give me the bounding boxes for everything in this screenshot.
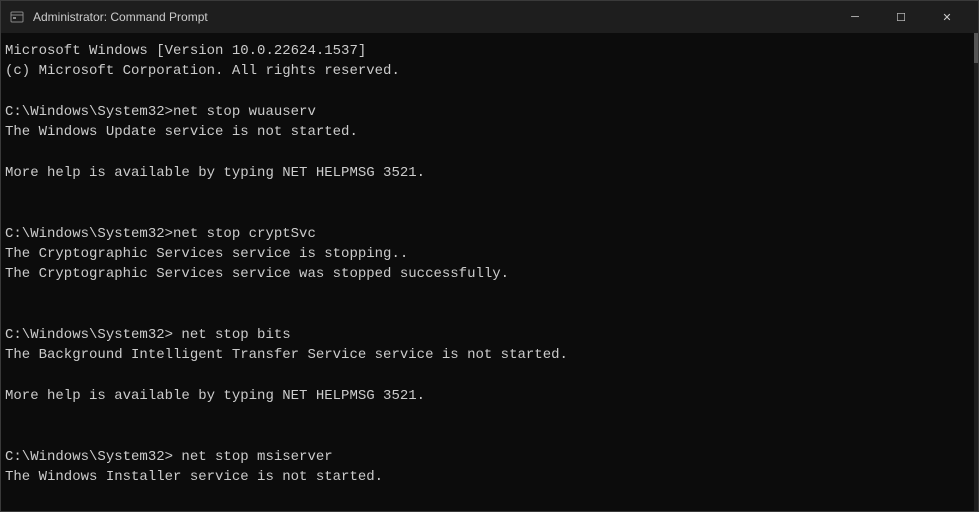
scrollbar-thumb[interactable] [974,33,978,63]
scrollbar[interactable] [974,33,978,511]
maximize-button[interactable]: ☐ [878,1,924,33]
close-button[interactable]: ✕ [924,1,970,33]
command-prompt-window: Administrator: Command Prompt ─ ☐ ✕ Micr… [0,0,979,512]
terminal-body[interactable]: Microsoft Windows [Version 10.0.22624.15… [1,33,978,511]
minimize-button[interactable]: ─ [832,1,878,33]
window-icon [9,9,25,25]
window-title: Administrator: Command Prompt [33,10,832,24]
terminal-output: Microsoft Windows [Version 10.0.22624.15… [5,41,974,511]
window-controls: ─ ☐ ✕ [832,1,970,33]
titlebar: Administrator: Command Prompt ─ ☐ ✕ [1,1,978,33]
